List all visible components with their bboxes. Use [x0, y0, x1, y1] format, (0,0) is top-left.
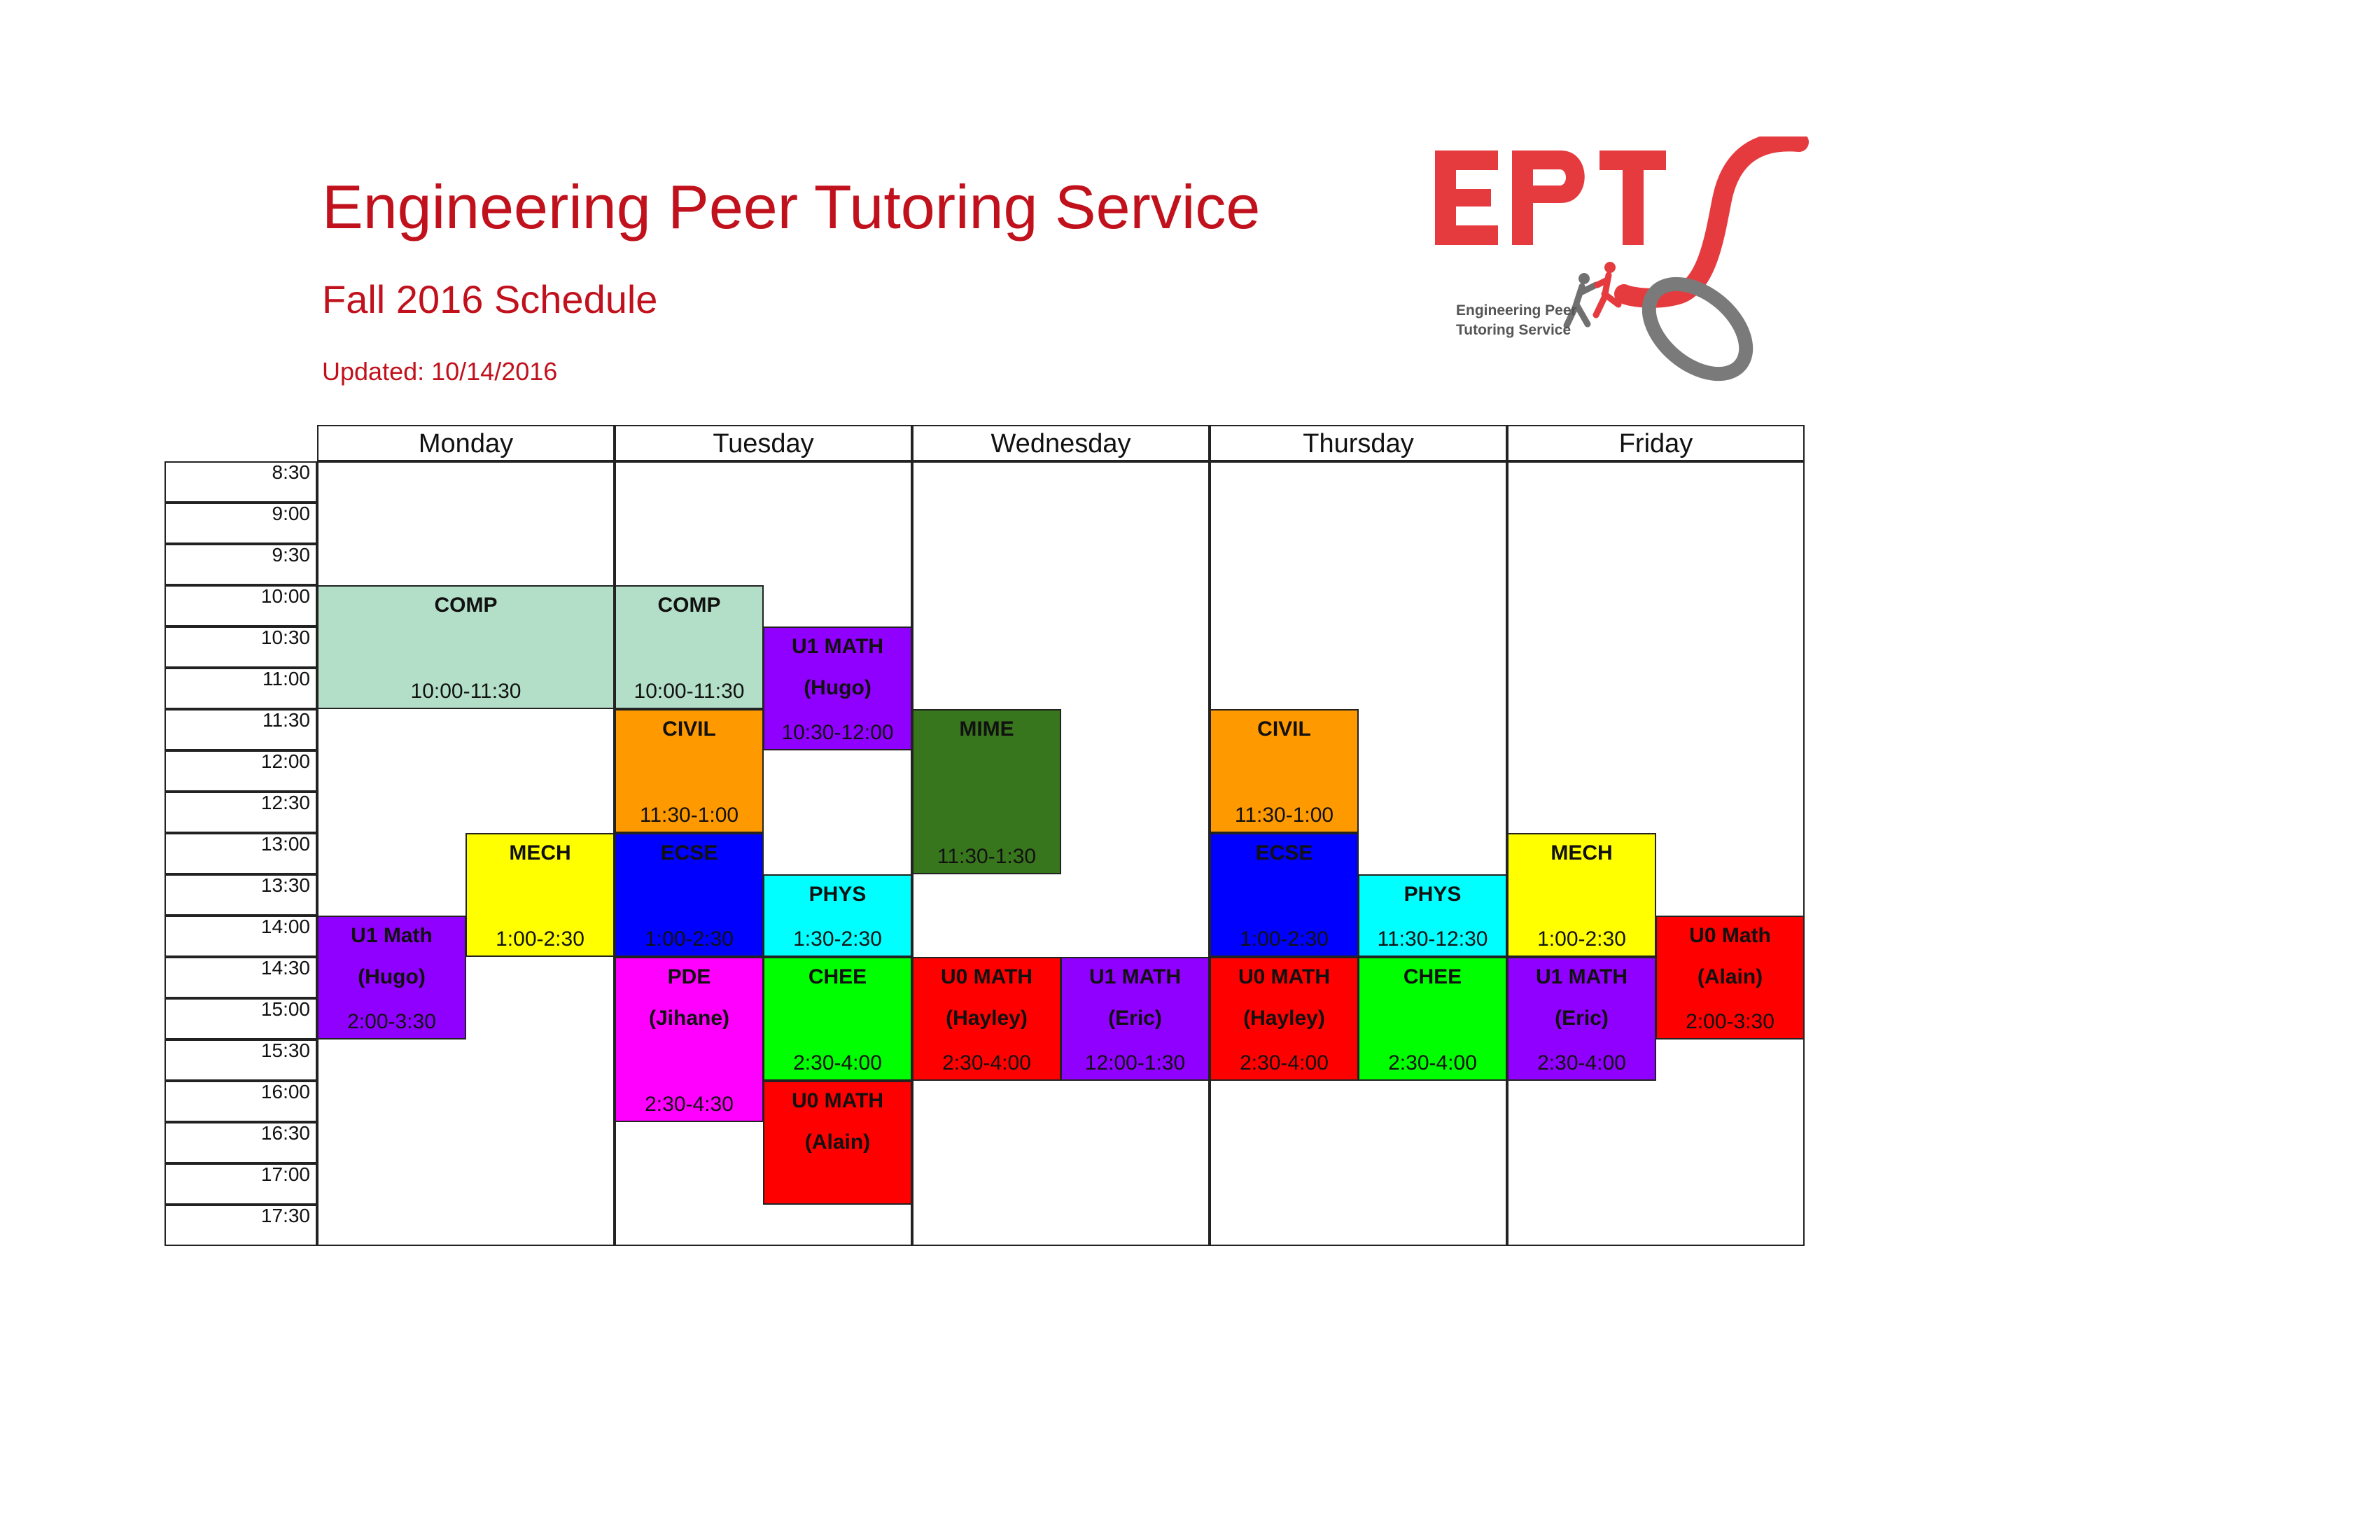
session-time: 10:30-12:00 — [781, 721, 894, 744]
time-slot-label: 13:00 — [164, 833, 317, 874]
session-course: PHYS — [808, 883, 867, 906]
session-block[interactable]: U0 MATH (Hayley) 2:30-4:00 — [912, 957, 1061, 1081]
time-slot-label: 12:00 — [164, 750, 317, 792]
time-slot-label: 15:30 — [164, 1040, 317, 1081]
session-block[interactable]: ECSE 1:00-2:30 — [615, 833, 764, 957]
time-slot-label: 16:00 — [164, 1081, 317, 1122]
time-slot-label: 14:30 — [164, 957, 317, 998]
session-course: U1 MATH — [791, 635, 884, 658]
time-slot-label: 14:00 — [164, 916, 317, 957]
session-course: U0 MATH — [791, 1089, 884, 1112]
time-slot-label: 15:00 — [164, 998, 317, 1040]
time-slot-label: 16:30 — [164, 1122, 317, 1163]
session-tutor: (Jihane) — [648, 1007, 730, 1030]
session-tutor: (Hayley) — [1243, 1007, 1325, 1030]
time-slot-label: 11:30 — [164, 709, 317, 750]
time-slot-label: 17:30 — [164, 1205, 317, 1246]
schedule-grid: Monday Tuesday Wednesday Thursday Friday 8:30… — [0, 0, 2380, 1540]
session-course: MECH — [1550, 841, 1613, 864]
session-block[interactable]: CIVIL 11:30-1:00 — [615, 709, 764, 833]
session-course: U1 Math — [351, 924, 433, 947]
session-course: U1 MATH — [1535, 965, 1628, 988]
time-slot-label: 17:00 — [164, 1163, 317, 1205]
session-time: 11:30-1:00 — [639, 804, 739, 827]
session-tutor: (Eric) — [1108, 1007, 1162, 1030]
session-tutor: (Hayley) — [946, 1007, 1028, 1030]
session-time: 2:30-4:00 — [1388, 1051, 1477, 1074]
session-tutor: (Hugo) — [804, 676, 872, 699]
session-course: CIVIL — [1257, 718, 1311, 741]
time-slot-label: 10:00 — [164, 585, 317, 626]
session-course: CIVIL — [662, 718, 716, 741]
session-time: 11:30-1:00 — [1234, 804, 1334, 827]
time-slot-label: 8:30 — [164, 461, 317, 503]
day-header-monday: Monday — [317, 425, 615, 461]
session-block[interactable]: COMP 10:00-11:30 — [615, 585, 764, 709]
session-time: 2:00-3:30 — [1686, 1010, 1774, 1033]
session-time: 10:00-11:30 — [634, 680, 745, 703]
session-block[interactable]: U1 Math (Hugo) 2:00-3:30 — [317, 916, 466, 1040]
session-time: 12:00-1:30 — [1084, 1051, 1186, 1074]
session-time: 1:00-2:30 — [645, 927, 734, 951]
session-course: PDE — [667, 965, 711, 988]
session-block[interactable]: CIVIL 11:30-1:00 — [1210, 709, 1359, 833]
session-time: 1:00-2:30 — [1537, 927, 1626, 951]
session-block[interactable]: COMP 10:00-11:30 — [317, 585, 615, 709]
session-course: ECSE — [660, 841, 718, 864]
day-header-wednesday: Wednesday — [912, 425, 1210, 461]
session-time: 2:30-4:00 — [1537, 1051, 1626, 1074]
session-course: U0 Math — [1689, 924, 1771, 947]
session-block[interactable]: MIME 11:30-1:30 — [912, 709, 1061, 874]
session-time: 11:30-12:30 — [1377, 927, 1488, 951]
session-time: 2:30-4:00 — [942, 1051, 1031, 1074]
session-block[interactable]: ECSE 1:00-2:30 — [1210, 833, 1359, 957]
session-course: MECH — [509, 841, 571, 864]
day-header-friday: Friday — [1507, 425, 1805, 461]
session-course: U0 MATH — [1238, 965, 1331, 988]
session-tutor: (Alain) — [1697, 965, 1763, 988]
session-time: 2:00-3:30 — [347, 1010, 436, 1033]
session-course: CHEE — [808, 965, 867, 988]
session-course: ECSE — [1255, 841, 1313, 864]
time-slot-label: 11:00 — [164, 668, 317, 709]
session-time: 1:00-2:30 — [496, 927, 584, 951]
session-block[interactable]: U0 Math (Alain) 2:00-3:30 — [1656, 916, 1805, 1040]
session-course: CHEE — [1403, 965, 1462, 988]
session-block[interactable]: U0 MATH (Alain) — [763, 1081, 912, 1205]
session-time: 11:30-1:30 — [937, 845, 1037, 868]
session-course: COMP — [434, 594, 498, 617]
session-tutor: (Hugo) — [358, 965, 426, 988]
session-block[interactable]: U0 MATH (Hayley) 2:30-4:00 — [1210, 957, 1359, 1081]
session-time: 1:00-2:30 — [1240, 927, 1329, 951]
time-slot-label: 10:30 — [164, 626, 317, 668]
session-course: U0 MATH — [940, 965, 1033, 988]
time-slot-label: 13:30 — [164, 874, 317, 916]
day-header-thursday: Thursday — [1210, 425, 1507, 461]
session-block[interactable]: PHYS 1:30-2:30 — [763, 874, 912, 957]
session-course: COMP — [657, 594, 721, 617]
session-block[interactable]: U1 MATH (Eric) 12:00-1:30 — [1060, 957, 1210, 1081]
session-block[interactable]: U1 MATH (Hugo) 10:30-12:00 — [763, 626, 912, 750]
session-tutor: (Eric) — [1555, 1007, 1609, 1030]
session-time: 2:30-4:30 — [645, 1093, 734, 1116]
session-block[interactable]: CHEE 2:30-4:00 — [1358, 957, 1507, 1081]
session-course: U1 MATH — [1088, 965, 1182, 988]
time-slot-label: 12:30 — [164, 792, 317, 833]
time-slot-label: 9:30 — [164, 544, 317, 585]
session-block[interactable]: MECH 1:00-2:30 — [465, 833, 615, 957]
session-block[interactable]: CHEE 2:30-4:00 — [763, 957, 912, 1081]
session-block[interactable]: PHYS 11:30-12:30 — [1358, 874, 1507, 957]
session-block[interactable]: MECH 1:00-2:30 — [1507, 833, 1656, 957]
session-block[interactable]: U1 MATH (Eric) 2:30-4:00 — [1507, 957, 1656, 1081]
session-time: 10:00-11:30 — [410, 680, 522, 703]
time-slot-label: 9:00 — [164, 503, 317, 544]
session-time: 2:30-4:00 — [1240, 1051, 1329, 1074]
session-course: PHYS — [1404, 883, 1462, 906]
session-block[interactable]: PDE (Jihane) 2:30-4:30 — [615, 957, 764, 1122]
session-time: 1:30-2:30 — [793, 927, 882, 951]
day-header-tuesday: Tuesday — [615, 425, 912, 461]
session-time: 2:30-4:00 — [793, 1051, 882, 1074]
session-tutor: (Alain) — [804, 1130, 871, 1154]
session-course: MIME — [959, 718, 1014, 741]
